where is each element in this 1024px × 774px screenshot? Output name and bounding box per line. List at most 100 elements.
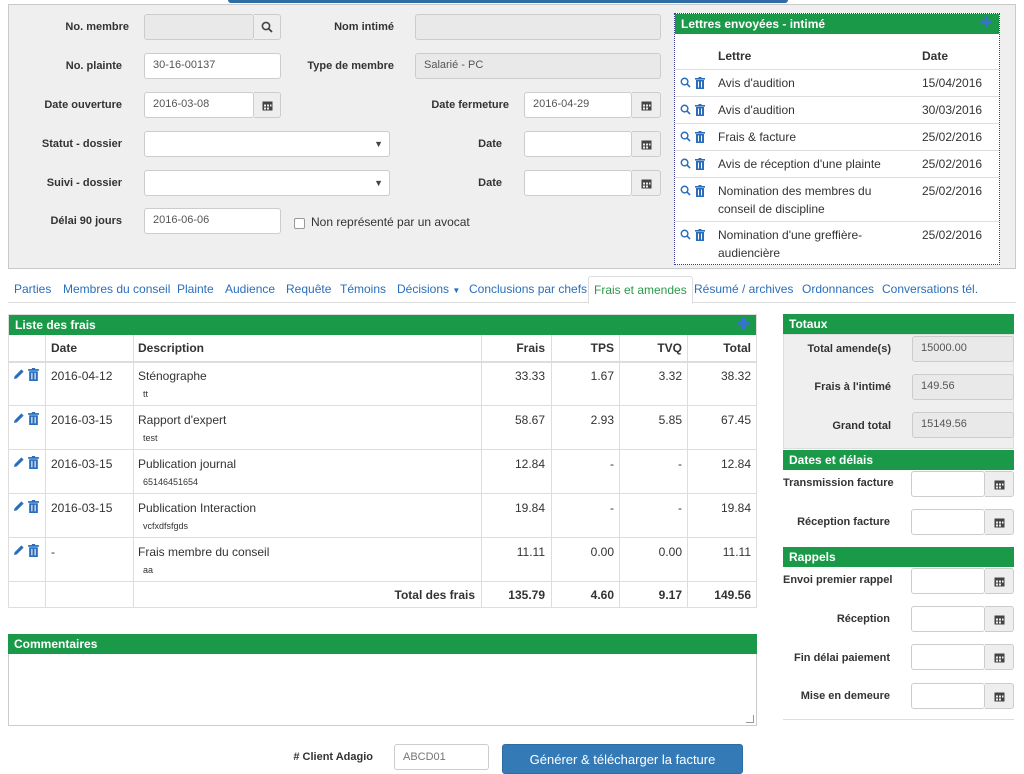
grand-total-label: Grand total	[832, 420, 891, 432]
view-icon[interactable]	[680, 104, 691, 116]
fee-tvq: -	[678, 501, 682, 515]
view-icon[interactable]	[680, 77, 691, 89]
tab-conversations-tel[interactable]: Conversations tél.	[882, 282, 978, 296]
date-ouverture-calendar-button[interactable]	[254, 92, 281, 118]
date-ouverture-input[interactable]: 2016-03-08	[144, 92, 254, 118]
trash-icon[interactable]	[695, 104, 705, 116]
mise-en-demeure-calendar-button[interactable]	[985, 683, 1014, 709]
transmission-calendar-button[interactable]	[985, 471, 1014, 497]
trash-icon[interactable]	[28, 500, 39, 513]
reception-facture-label: Réception facture	[797, 516, 890, 528]
view-icon[interactable]	[680, 158, 691, 170]
tab-decisions[interactable]: Décisions ▼	[397, 282, 460, 296]
fee-total: 38.32	[720, 369, 751, 383]
no-membre-input[interactable]	[144, 14, 254, 40]
date-fermeture-input[interactable]: 2016-04-29	[524, 92, 632, 118]
statut-date-input[interactable]	[524, 131, 632, 157]
add-letter-icon[interactable]: ✚	[980, 16, 993, 32]
date-fermeture-calendar-button[interactable]	[632, 92, 661, 118]
envoi-premier-rappel-input[interactable]	[911, 568, 985, 594]
rappels-panel: Envoi premier rappel Réception Fin délai…	[783, 567, 1014, 720]
col-total-header: Total	[723, 341, 751, 355]
letter-date: 25/02/2016	[922, 157, 983, 171]
letter-row: Frais & facture 25/02/2016	[675, 123, 999, 150]
edit-icon[interactable]	[13, 544, 25, 557]
trash-icon[interactable]	[28, 456, 39, 469]
fee-tps: -	[610, 501, 614, 515]
generate-invoice-button[interactable]: Générer & télécharger la facture	[502, 744, 743, 774]
fee-frais: 12.84	[514, 457, 545, 471]
comments-textarea[interactable]	[8, 654, 757, 726]
client-adagio-input[interactable]	[394, 744, 489, 770]
statut-date-label: Date	[478, 138, 502, 150]
reception-facture-input[interactable]	[911, 509, 985, 535]
reception-facture-calendar-button[interactable]	[985, 509, 1014, 535]
suivi-date-calendar-button[interactable]	[632, 170, 661, 196]
total-amende-input[interactable]: 15000.00	[912, 336, 1014, 362]
trash-icon[interactable]	[695, 131, 705, 143]
trash-icon[interactable]	[28, 544, 39, 557]
envoi-rappel-calendar-button[interactable]	[985, 568, 1014, 594]
tab-ordonnances[interactable]: Ordonnances	[802, 282, 874, 296]
statut-dossier-select[interactable]: ▼	[144, 131, 390, 157]
tab-temoins[interactable]: Témoins	[340, 282, 386, 296]
fee-frais: 33.33	[514, 369, 545, 383]
rappels-title: Rappels	[789, 550, 836, 564]
tab-parties[interactable]: Parties	[14, 282, 51, 296]
tab-frais-et-amendes[interactable]: Frais et amendes	[588, 276, 693, 304]
fees-table-header: Liste des frais ✚	[9, 315, 756, 335]
view-icon[interactable]	[680, 131, 691, 143]
tab-resume-archives[interactable]: Résumé / archives	[694, 282, 793, 296]
tab-audience[interactable]: Audience	[225, 282, 275, 296]
fin-delai-calendar-button[interactable]	[985, 644, 1014, 670]
caret-down-icon: ▼	[452, 286, 461, 295]
rappel-reception-calendar-button[interactable]	[985, 606, 1014, 632]
view-icon[interactable]	[680, 229, 691, 241]
avocat-checkbox[interactable]	[294, 218, 305, 229]
row-divider	[9, 405, 756, 406]
letter-row: Avis d'audition 30/03/2016	[675, 96, 999, 123]
mise-en-demeure-input[interactable]	[911, 683, 985, 709]
trash-icon[interactable]	[695, 77, 705, 89]
edit-icon[interactable]	[13, 368, 25, 381]
grand-total-input[interactable]: 15149.56	[912, 412, 1014, 438]
resize-handle-icon[interactable]	[746, 715, 754, 723]
letter-row: Avis d'audition 15/04/2016	[675, 69, 999, 96]
trash-icon[interactable]	[695, 229, 705, 241]
tab-requete[interactable]: Requête	[286, 282, 331, 296]
add-fee-icon[interactable]: ✚	[737, 317, 750, 333]
col-frais-header: Frais	[516, 341, 545, 355]
letter-row: Avis de réception d'une plainte 25/02/20…	[675, 150, 999, 177]
view-icon[interactable]	[680, 185, 691, 197]
fin-delai-paiement-input[interactable]	[911, 644, 985, 670]
fees-total-frais: 135.79	[508, 588, 545, 602]
nom-intime-input[interactable]	[415, 14, 661, 40]
letter-name: Avis de réception d'une plainte	[718, 157, 881, 171]
frais-intime-input[interactable]: 149.56	[912, 374, 1014, 400]
edit-icon[interactable]	[13, 500, 25, 513]
suivi-date-input[interactable]	[524, 170, 632, 196]
calendar-icon	[994, 577, 1004, 586]
tab-membres-du-conseil[interactable]: Membres du conseil	[63, 282, 170, 296]
member-search-button[interactable]	[254, 14, 281, 40]
letter-date: 25/02/2016	[922, 130, 983, 144]
trash-icon[interactable]	[695, 185, 705, 197]
trash-icon[interactable]	[695, 158, 705, 170]
trash-icon[interactable]	[28, 412, 39, 425]
column-divider	[133, 335, 134, 607]
tab-conclusions-par-chefs[interactable]: Conclusions par chefs	[469, 282, 587, 296]
edit-icon[interactable]	[13, 456, 25, 469]
rappel-reception-input[interactable]	[911, 606, 985, 632]
tab-plainte[interactable]: Plainte	[177, 282, 214, 296]
edit-icon[interactable]	[13, 412, 25, 425]
trash-icon[interactable]	[28, 368, 39, 381]
dates-delais-title: Dates et délais	[789, 453, 874, 467]
delai-90-jours-label: Délai 90 jours	[50, 215, 122, 227]
suivi-dossier-select[interactable]: ▼	[144, 170, 390, 196]
statut-date-calendar-button[interactable]	[632, 131, 661, 157]
delai-90-jours-input[interactable]: 2016-06-06	[144, 208, 281, 234]
fee-date: -	[51, 545, 55, 559]
type-membre-input[interactable]: Salarié - PC	[415, 53, 661, 79]
no-plainte-input[interactable]: 30-16-00137	[144, 53, 281, 79]
transmission-facture-input[interactable]	[911, 471, 985, 497]
